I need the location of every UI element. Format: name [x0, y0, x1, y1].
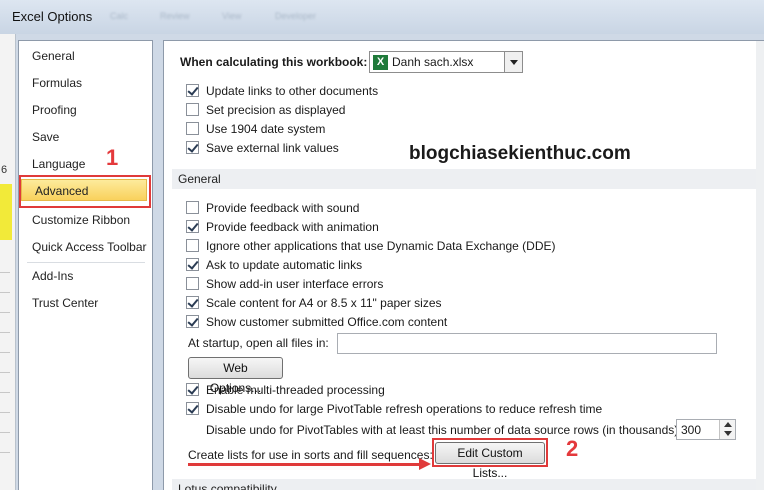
nav-divider — [27, 262, 145, 263]
option-label: Provide feedback with animation — [206, 220, 379, 234]
option-label: Provide feedback with sound — [206, 201, 360, 215]
workbook-calc-label: When calculating this workbook: — [180, 55, 368, 69]
annotation-arrow — [188, 463, 422, 466]
grid-line — [0, 292, 10, 293]
ghost-tab: Developer — [275, 11, 317, 21]
nav-item-customize-ribbon[interactable]: Customize Ribbon — [19, 209, 152, 231]
checkbox[interactable] — [186, 141, 199, 154]
option-label: Use 1904 date system — [206, 122, 326, 136]
nav-item-general[interactable]: General — [19, 45, 152, 67]
startup-folder-label: At startup, open all files in: — [188, 336, 329, 350]
chevron-down-icon[interactable] — [724, 431, 732, 436]
nav-item-trust-center[interactable]: Trust Center — [19, 292, 152, 314]
grid-line — [0, 332, 10, 333]
annotation-box-edit-custom-lists — [432, 438, 548, 467]
workbook-select[interactable]: X Danh sach.xlsx — [369, 51, 523, 73]
checkbox[interactable] — [186, 122, 199, 135]
annotation-box-advanced — [19, 175, 151, 208]
worksheet-edge: 6 — [0, 34, 16, 490]
web-options-button[interactable]: Web Options... — [188, 357, 283, 395]
checkbox[interactable] — [186, 201, 199, 214]
excel-file-icon: X — [373, 55, 388, 70]
scrollbar[interactable] — [756, 41, 764, 490]
section-header-lotus: Lotus compatibility — [172, 479, 757, 490]
checkbox[interactable] — [186, 296, 199, 309]
annotation-marker-2: 2 — [566, 436, 579, 461]
options-nav: General Formulas Proofing Save Language … — [18, 40, 153, 490]
selected-cell-highlight — [0, 184, 12, 240]
grid-line — [0, 432, 10, 433]
row-number: 6 — [1, 164, 8, 176]
grid-line — [0, 352, 10, 353]
nav-item-language[interactable]: Language — [19, 153, 152, 175]
custom-lists-label: Create lists for use in sorts and fill s… — [188, 448, 433, 462]
startup-folder-input[interactable] — [337, 333, 717, 354]
section-header-general: General — [172, 169, 757, 189]
checkbox[interactable] — [186, 220, 199, 233]
nav-item-add-ins[interactable]: Add-Ins — [19, 265, 152, 287]
nav-item-formulas[interactable]: Formulas — [19, 72, 152, 94]
option-label: Scale content for A4 or 8.5 x 11" paper … — [206, 296, 442, 310]
chevron-up-icon[interactable] — [724, 422, 732, 427]
ghost-tab: Calc — [110, 11, 129, 21]
undo-rows-value: 300 — [681, 423, 702, 437]
grid-line — [0, 392, 10, 393]
grid-line — [0, 452, 10, 453]
option-label: Enable multi-threaded processing — [206, 383, 385, 397]
option-label: Disable undo for large PivotTable refres… — [206, 402, 603, 416]
ghost-tab: Review — [160, 11, 190, 21]
option-label: Save external link values — [206, 141, 339, 155]
chevron-down-icon[interactable] — [504, 52, 522, 72]
grid-line — [0, 312, 10, 313]
annotation-arrow-head — [419, 458, 431, 470]
window-title: Excel Options — [12, 9, 93, 24]
checkbox[interactable] — [186, 258, 199, 271]
option-label: Ignore other applications that use Dynam… — [206, 239, 556, 253]
undo-rows-stepper[interactable]: 300 — [676, 419, 736, 440]
options-content: When calculating this workbook: X Danh s… — [163, 40, 764, 490]
grid-line — [0, 372, 10, 373]
checkbox[interactable] — [186, 383, 199, 396]
checkbox[interactable] — [186, 402, 199, 415]
option-label: Show add-in user interface errors — [206, 277, 384, 291]
option-label: Ask to update automatic links — [206, 258, 363, 272]
checkbox[interactable] — [186, 84, 199, 97]
undo-rows-label: Disable undo for PivotTables with at lea… — [206, 423, 682, 437]
nav-item-proofing[interactable]: Proofing — [19, 99, 152, 121]
checkbox[interactable] — [186, 277, 199, 290]
ghost-tab: View — [222, 11, 242, 21]
title-bar: Excel Options Calc Review View Developer — [0, 0, 764, 34]
checkbox[interactable] — [186, 103, 199, 116]
watermark-text: blogchiasekienthuc.com — [409, 143, 631, 164]
option-label: Show customer submitted Office.com conte… — [206, 315, 448, 329]
option-label: Set precision as displayed — [206, 103, 346, 117]
stepper-arrows[interactable] — [719, 420, 735, 439]
workbook-select-value: Danh sach.xlsx — [392, 55, 474, 69]
nav-item-save[interactable]: Save — [19, 126, 152, 148]
annotation-marker-1: 1 — [106, 145, 119, 170]
grid-line — [0, 412, 10, 413]
checkbox[interactable] — [186, 239, 199, 252]
grid-line — [0, 272, 10, 273]
option-label: Update links to other documents — [206, 84, 379, 98]
nav-item-quick-access-toolbar[interactable]: Quick Access Toolbar — [19, 236, 152, 258]
checkbox[interactable] — [186, 315, 199, 328]
